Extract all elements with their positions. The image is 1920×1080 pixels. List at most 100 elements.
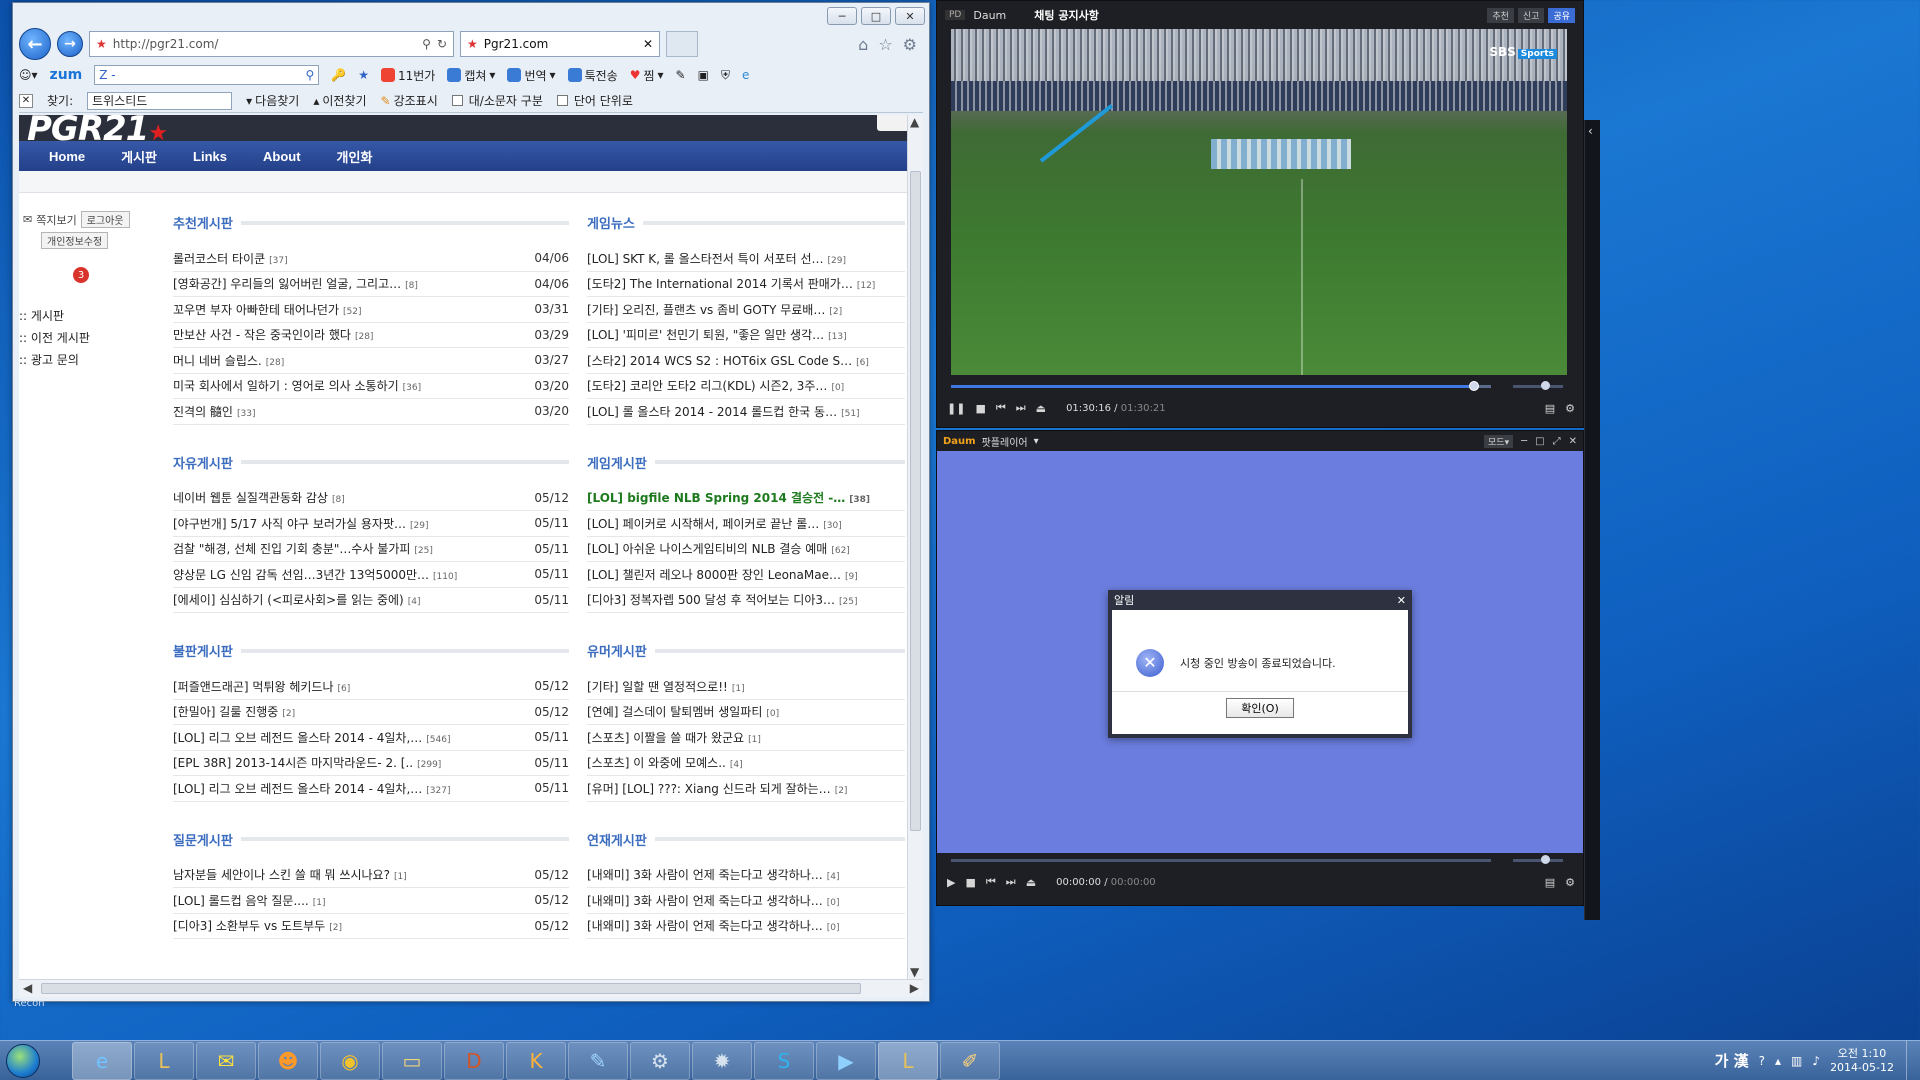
seek-bar[interactable]	[951, 381, 1491, 391]
fullscreen-icon[interactable]: ⤢	[1553, 436, 1561, 447]
tab-pgr21[interactable]: ★ Pgr21.com ✕	[460, 31, 660, 57]
board-row[interactable]: [LOL] bigfile NLB Spring 2014 결승전 -… [38]	[587, 486, 905, 511]
toolbar-wishlist[interactable]: ♥ 찜 ▾	[630, 67, 664, 84]
post-title[interactable]: [도타2] 코리안 도타2 리그(KDL) 시즌2, 3주… [0]	[587, 377, 844, 394]
board-row[interactable]: [LOL] 페이커로 시작해서, 페이커로 끝난 롤… [30]	[587, 511, 905, 537]
board-row[interactable]: [유머] [LOL] ???: Xiang 신드라 되게 잘하는… [2]	[587, 776, 905, 802]
post-title[interactable]: [영화공간] 우리들의 잃어버린 얼굴, 그리고… [8]	[173, 275, 418, 292]
post-title[interactable]: [퍼즐앤드래곤] 먹튀왕 헤키드나 [6]	[173, 678, 350, 695]
post-title[interactable]: [도타2] The International 2014 기록서 판매가… [12…	[587, 275, 875, 292]
recommend-button[interactable]: 추천	[1487, 7, 1514, 23]
tab-close-icon[interactable]: ✕	[643, 37, 653, 51]
prev-icon[interactable]: ⏮	[996, 401, 1006, 415]
board-row[interactable]: [LOL] 롤 올스타 2014 - 2014 롤드컵 한국 동… [51]	[587, 399, 905, 425]
post-title[interactable]: 만보산 사건 - 작은 중국인이라 했다 [28]	[173, 326, 373, 343]
post-title[interactable]: [야구번개] 5/17 사직 야구 보러가실 용자팟… [29]	[173, 515, 428, 532]
eject-icon[interactable]: ⏏	[1026, 876, 1036, 889]
board-row[interactable]: [야구번개] 5/17 사직 야구 보러가실 용자팟… [29] 05/11	[173, 511, 569, 537]
next-icon[interactable]: ⏭	[1006, 875, 1016, 889]
board-row[interactable]: [연예] 걸스데이 탈퇴멤버 생일파티 [0]	[587, 700, 905, 725]
toolbar-menu-icon[interactable]: ☺▾	[19, 68, 38, 82]
horizontal-scroll-thumb[interactable]	[41, 983, 861, 994]
find-prev-button[interactable]: ▴ 이전찾기	[313, 92, 366, 109]
board-row[interactable]: 미국 회사에서 일하기 : 영어로 의사 소통하기 [36] 03/20	[173, 374, 569, 399]
post-title[interactable]: [내왜미] 3화 사람이 언제 죽는다고 생각하나… [0]	[587, 917, 840, 934]
find-highlight-button[interactable]: ✎ 강조표시	[381, 92, 438, 109]
site-logo[interactable]: PGR21★	[27, 115, 168, 149]
board-row[interactable]: [LOL] '피미르' 천민기 퇴원, "좋은 일만 생각… [13]	[587, 323, 905, 348]
diablo-icon[interactable]: D	[444, 1041, 504, 1080]
daum-live-icon[interactable]: ▶	[816, 1041, 876, 1080]
notepad-icon[interactable]: ✎	[568, 1041, 628, 1080]
post-title[interactable]: [LOL] bigfile NLB Spring 2014 결승전 -… [38]	[587, 489, 870, 506]
minimize-button[interactable]: ─	[827, 7, 857, 25]
post-title[interactable]: 미국 회사에서 일하기 : 영어로 의사 소통하기 [36]	[173, 377, 421, 394]
board-row[interactable]: [에세이] 심심하기 (<피로사회>를 읽는 중에) [4] 05/11	[173, 588, 569, 613]
playlist-icon[interactable]: ▤	[1545, 402, 1555, 415]
key-icon[interactable]: 🔑	[331, 68, 346, 82]
forward-button[interactable]: →	[57, 31, 83, 57]
board-row[interactable]: [스타2] 2014 WCS S2 : HOT6ix GSL Code S… [6…	[587, 348, 905, 374]
board-title[interactable]: 게임뉴스	[587, 213, 905, 232]
close-icon[interactable]: ✕	[1569, 436, 1577, 447]
post-title[interactable]: [내왜미] 3화 사람이 언제 죽는다고 생각하나… [4]	[587, 866, 840, 883]
play-icon[interactable]: ▶	[947, 876, 955, 889]
kakaotalk-icon[interactable]: ✉	[196, 1041, 256, 1080]
settings-gear-icon[interactable]: ⚙	[1565, 402, 1575, 415]
dialog-close-icon[interactable]: ✕	[1397, 594, 1406, 607]
mode-button[interactable]: 모드▾	[1484, 434, 1514, 448]
notification-badge[interactable]: 3	[73, 267, 89, 283]
close-button[interactable]: ✕	[895, 7, 925, 25]
new-tab-button[interactable]	[666, 31, 698, 57]
board-row[interactable]: [디아3] 정복자렙 500 달성 후 적어보는 디아3… [25]	[587, 588, 905, 613]
search-icon[interactable]: ⚲	[305, 68, 314, 82]
potplayer-seek-bar[interactable]	[951, 859, 1491, 862]
player-side-strip[interactable]: ‹	[1584, 120, 1600, 920]
find-next-button[interactable]: ▾ 다음찾기	[246, 92, 299, 109]
board-row[interactable]: [LOL] 리그 오브 레전드 올스타 2014 - 4일차,… [327] 05/…	[173, 776, 569, 802]
post-title[interactable]: [기타] 일할 땐 열정적으로!! [1]	[587, 678, 745, 695]
vertical-scroll-thumb[interactable]	[910, 171, 921, 831]
stop-icon[interactable]: ■	[965, 876, 975, 889]
clock[interactable]: 오전 1:10 2014-05-12	[1830, 1047, 1894, 1075]
gear-app-icon[interactable]: ✹	[692, 1041, 752, 1080]
board-row[interactable]: 머니 네버 슬립스. [28] 03/27	[173, 348, 569, 374]
logout-button[interactable]: 로그아웃	[80, 211, 130, 228]
seek-knob[interactable]	[1469, 381, 1480, 391]
speaker-icon[interactable]: ♪	[1812, 1054, 1820, 1068]
kmplayer-icon[interactable]: K	[506, 1041, 566, 1080]
board-title[interactable]: 불판게시판	[173, 641, 569, 660]
post-title[interactable]: 네이버 웹툰 실질객관동화 감상 [8]	[173, 489, 345, 506]
refresh-icon[interactable]: ↻	[437, 37, 447, 51]
stop-icon[interactable]: ■	[975, 402, 985, 415]
board-row[interactable]: [기타] 일할 땐 열정적으로!! [1]	[587, 674, 905, 700]
board-row[interactable]: [내왜미] 3화 사람이 언제 죽는다고 생각하나… [4]	[587, 863, 905, 888]
board-row[interactable]: 꼬우면 부자 아빠한테 태어나던가 [52] 03/31	[173, 297, 569, 323]
volume-slider[interactable]	[1513, 381, 1563, 390]
pause-icon[interactable]: ❚❚	[947, 402, 965, 415]
scroll-left-icon[interactable]: ◀	[23, 981, 32, 995]
prev-icon[interactable]: ⏮	[986, 875, 996, 889]
maximize-icon[interactable]: □	[1535, 436, 1544, 447]
skype-icon[interactable]: S	[754, 1041, 814, 1080]
start-button[interactable]	[0, 1041, 46, 1080]
ie-icon[interactable]: e	[742, 68, 749, 82]
sidebar-link-board[interactable]: :: 게시판	[19, 305, 139, 327]
post-title[interactable]: [LOL] 챌린저 레오나 8000판 장인 LeonaMae… [9]	[587, 566, 858, 583]
eject-icon[interactable]: ⏏	[1036, 402, 1046, 415]
steam-icon[interactable]: ⚙	[630, 1041, 690, 1080]
video-frame[interactable]: SBS Sports	[951, 29, 1567, 375]
post-title[interactable]: 남자분들 세안이나 스킨 쓸 때 뭐 쓰시나요? [1]	[173, 866, 407, 883]
menu-personalize[interactable]: 개인화	[319, 147, 391, 166]
address-bar[interactable]: ★ http://pgr21.com/ ⚲ ↻	[89, 31, 454, 57]
board-row[interactable]: [디아3] 소환부두 vs 도트부두 [2] 05/12	[173, 914, 569, 939]
scroll-right-icon[interactable]: ▶	[910, 981, 919, 995]
potplayer-title[interactable]: 팟플레이어	[982, 434, 1028, 449]
find-case-checkbox[interactable]: 대/소문자 구분	[451, 92, 543, 109]
desktop-icon-label[interactable]: Recon	[14, 998, 45, 1009]
menu-about[interactable]: About	[245, 149, 319, 164]
post-title[interactable]: [LOL] 리그 오브 레전드 올스타 2014 - 4일차,… [327]	[173, 780, 450, 797]
board-title[interactable]: 게임게시판	[587, 453, 905, 472]
minimize-icon[interactable]: ─	[1521, 436, 1527, 447]
post-title[interactable]: [LOL] 페이커로 시작해서, 페이커로 끝난 롤… [30]	[587, 515, 842, 532]
